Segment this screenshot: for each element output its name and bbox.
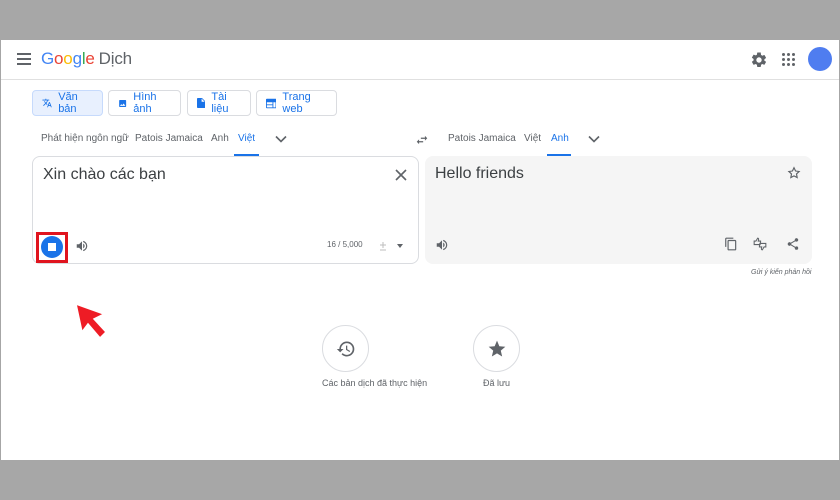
tab-images-label: Hình ảnh (133, 91, 157, 115)
image-icon (119, 99, 127, 107)
input-tools-chevron-icon[interactable] (397, 244, 403, 248)
stop-listening-button[interactable] (41, 236, 63, 258)
source-lang-detect[interactable]: Phát hiện ngôn ngữ (41, 133, 129, 144)
translate-icon (42, 98, 52, 108)
web-icon (266, 98, 277, 108)
hamburger-menu-icon[interactable] (17, 53, 31, 65)
clear-icon[interactable] (395, 169, 407, 181)
star-icon (488, 340, 506, 357)
google-translate-logo[interactable]: Google Dịch (41, 49, 132, 69)
saved-button[interactable] (473, 325, 520, 372)
send-feedback-link[interactable]: Gửi ý kiến phản hồi (751, 269, 811, 276)
screenshot-border-top (0, 0, 840, 40)
gear-icon[interactable] (750, 51, 768, 69)
tab-documents-label: Tài liệu (211, 91, 229, 115)
character-count: 16 / 5,000 (327, 240, 363, 249)
save-translation-star-icon[interactable] (787, 166, 801, 180)
history-label: Các bản dịch đã thực hiện (322, 378, 428, 388)
swap-languages-icon[interactable] (415, 133, 429, 147)
google-translate-page: Google Dịch Văn bản Hình ảnh Tài liệu Tra… (1, 40, 839, 460)
pointer-arrow-annotation (74, 302, 108, 340)
target-speaker-icon[interactable] (435, 238, 449, 252)
share-icon[interactable] (786, 237, 800, 251)
screenshot-border-bottom (0, 460, 840, 500)
source-lang-vietnamese[interactable]: Việt (238, 133, 255, 144)
target-lang-more-chevron-icon[interactable] (588, 135, 600, 143)
tab-documents[interactable]: Tài liệu (187, 90, 251, 116)
tab-text[interactable]: Văn bản (32, 90, 103, 116)
stop-icon (48, 243, 56, 251)
document-icon (197, 97, 206, 109)
tab-websites-label: Trang web (282, 91, 311, 115)
target-lang-vietnamese[interactable]: Việt (524, 133, 541, 144)
rate-translation-icon[interactable] (753, 237, 767, 251)
tab-text-label: Văn bản (58, 91, 78, 115)
target-lang-english[interactable]: Anh (551, 133, 569, 144)
source-lang-more-chevron-icon[interactable] (275, 135, 287, 143)
tab-websites[interactable]: Trang web (256, 90, 337, 116)
tab-images[interactable]: Hình ảnh (108, 90, 181, 116)
translation-panel: Hello friends (425, 156, 812, 264)
history-button[interactable] (322, 325, 369, 372)
copy-icon[interactable] (724, 237, 738, 251)
input-tools-icon[interactable] (379, 241, 387, 251)
history-icon (336, 341, 355, 357)
account-avatar[interactable] (808, 47, 832, 71)
source-text-input[interactable]: Xin chào các bạn (43, 166, 166, 184)
target-lang-patois[interactable]: Patois Jamaica (448, 133, 516, 144)
source-lang-english[interactable]: Anh (211, 133, 229, 144)
saved-label: Đã lưu (483, 378, 511, 388)
apps-grid-icon[interactable] (782, 53, 796, 67)
source-lang-patois[interactable]: Patois Jamaica (135, 133, 203, 144)
logo-dich-text: Dịch (98, 49, 132, 68)
source-speaker-icon[interactable] (75, 239, 89, 253)
source-text-panel[interactable]: Xin chào các bạn 16 / 5,000 (32, 156, 419, 264)
translation-output: Hello friends (435, 165, 524, 182)
app-header: Google Dịch (1, 40, 839, 80)
